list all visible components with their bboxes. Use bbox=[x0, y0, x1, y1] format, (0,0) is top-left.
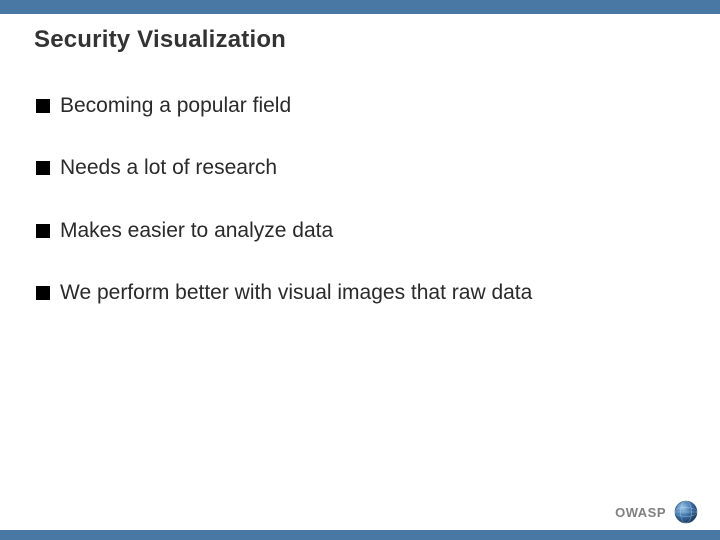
footer: OWASP bbox=[615, 500, 698, 524]
top-accent-bar bbox=[0, 0, 720, 14]
square-bullet-icon bbox=[36, 224, 50, 238]
square-bullet-icon bbox=[36, 99, 50, 113]
owasp-globe-icon bbox=[674, 500, 698, 524]
list-item: Needs a lot of research bbox=[36, 154, 680, 182]
list-item: Makes easier to analyze data bbox=[36, 217, 680, 245]
square-bullet-icon bbox=[36, 286, 50, 300]
bullet-text: Needs a lot of research bbox=[60, 154, 680, 182]
footer-brand-label: OWASP bbox=[615, 505, 666, 520]
bullet-list: Becoming a popular field Needs a lot of … bbox=[36, 92, 680, 341]
bullet-text: Makes easier to analyze data bbox=[60, 217, 680, 245]
square-bullet-icon bbox=[36, 161, 50, 175]
bullet-text: Becoming a popular field bbox=[60, 92, 680, 120]
bottom-accent-bar bbox=[0, 530, 720, 540]
bullet-text: We perform better with visual images tha… bbox=[60, 279, 680, 307]
list-item: Becoming a popular field bbox=[36, 92, 680, 120]
list-item: We perform better with visual images tha… bbox=[36, 279, 680, 307]
slide-title: Security Visualization bbox=[34, 26, 286, 54]
